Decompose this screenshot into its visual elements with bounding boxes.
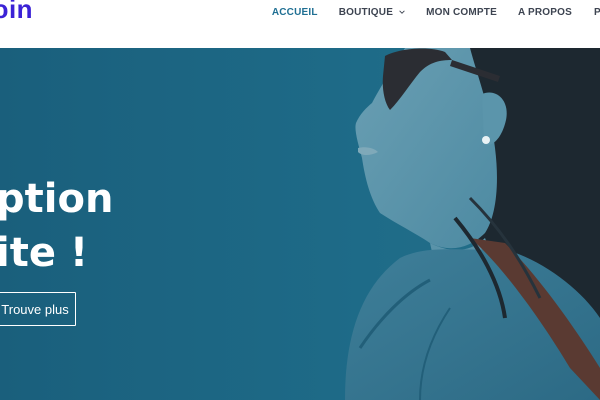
nav-item-partial[interactable]: P bbox=[594, 7, 600, 18]
nav-item-boutique[interactable]: BOUTIQUE bbox=[339, 7, 405, 18]
site-logo[interactable]: ɔin bbox=[0, 0, 33, 25]
nav-item-accueil[interactable]: ACCUEIL bbox=[272, 7, 318, 18]
nav-item-mon-compte[interactable]: MON COMPTE bbox=[426, 7, 497, 18]
chevron-down-icon bbox=[399, 10, 405, 14]
hero-title-line-2: ite ! bbox=[0, 230, 89, 276]
site-header: ɔin ACCUEIL BOUTIQUE MON COMPTE A PROPOS… bbox=[0, 0, 600, 49]
nav-item-label: BOUTIQUE bbox=[338, 6, 394, 18]
hero-banner: ption ite ! Trouve plus bbox=[0, 48, 600, 400]
nav-item-a-propos[interactable]: A PROPOS bbox=[518, 7, 572, 18]
main-nav: ACCUEIL BOUTIQUE MON COMPTE A PROPOS P bbox=[251, 0, 600, 24]
hero-title-line-1: ption bbox=[0, 176, 114, 222]
find-more-button[interactable]: Trouve plus bbox=[0, 292, 76, 326]
